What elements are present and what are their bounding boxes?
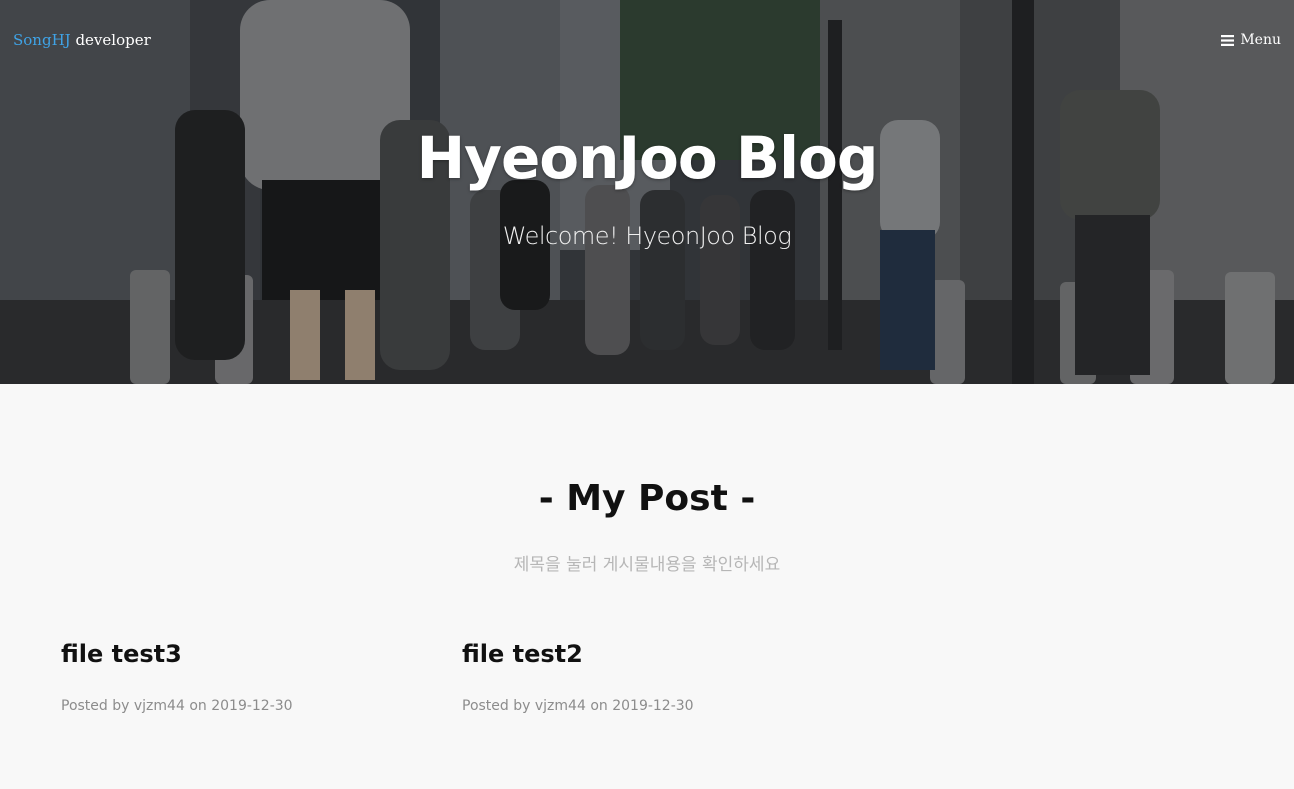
post-date: 2019-12-30	[211, 698, 293, 714]
post-date: 2019-12-30	[612, 698, 694, 714]
site-brand[interactable]: SongHJ developer	[13, 31, 151, 49]
post-author: vjzm44	[133, 698, 185, 714]
post-title-link[interactable]: file test3	[61, 640, 401, 668]
posted-by-label: Posted by	[61, 698, 130, 714]
section-title: - My Post -	[538, 478, 756, 519]
hero-subtitle: Welcome! HyeonJoo Blog	[502, 222, 792, 250]
hero-header: SongHJ developer Menu HyeonJoo Blog Welc…	[0, 0, 1294, 384]
hero-title: HyeonJoo Blog	[416, 124, 879, 192]
on-label: on	[189, 698, 207, 714]
post-meta: Posted by vjzm44 on 2019-12-30	[462, 698, 802, 714]
brand-suffix: developer	[70, 31, 151, 49]
posted-by-label: Posted by	[462, 698, 531, 714]
on-label: on	[590, 698, 608, 714]
menu-label: Menu	[1240, 32, 1281, 48]
menu-button[interactable]: Menu	[1221, 32, 1281, 48]
post-title-link[interactable]: file test2	[462, 640, 802, 668]
hero-overlay	[0, 0, 1294, 384]
brand-name: SongHJ	[13, 31, 71, 49]
post-author: vjzm44	[534, 698, 586, 714]
post-card: file test2 Posted by vjzm44 on 2019-12-3…	[462, 640, 802, 714]
post-meta: Posted by vjzm44 on 2019-12-30	[61, 698, 401, 714]
section-subtitle: 제목을 눌러 게시물내용을 확인하세요	[513, 555, 781, 575]
post-card: file test3 Posted by vjzm44 on 2019-12-3…	[61, 640, 401, 714]
bars-icon	[1221, 34, 1235, 46]
